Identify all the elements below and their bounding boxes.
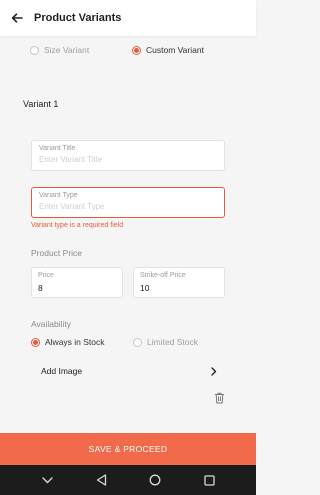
size-variant-option[interactable]: Size Variant bbox=[30, 45, 132, 55]
variant-type-label: Variant Type bbox=[39, 192, 78, 199]
variant-type-error: Variant type is a required field bbox=[31, 222, 124, 229]
nav-home-button[interactable] bbox=[148, 473, 162, 487]
always-in-stock-radio[interactable] bbox=[31, 337, 40, 347]
limited-stock-radio[interactable] bbox=[133, 337, 142, 347]
availability-selector: Always in Stock Limited Stock bbox=[31, 337, 246, 347]
back-button[interactable] bbox=[0, 0, 34, 36]
size-variant-radio[interactable] bbox=[30, 45, 39, 55]
price-field[interactable]: Price 8 bbox=[31, 267, 123, 298]
variant-title-placeholder: Enter Variant Title bbox=[39, 155, 102, 164]
app-bar: Product Variants bbox=[0, 0, 256, 36]
system-nav-bar bbox=[0, 465, 256, 495]
strike-off-price-label: Strike-off Price bbox=[140, 272, 186, 279]
nav-home-icon bbox=[149, 474, 161, 486]
product-price-heading: Product Price bbox=[31, 248, 83, 258]
save-and-proceed-button[interactable]: SAVE & PROCEED bbox=[0, 433, 256, 465]
back-arrow-icon bbox=[11, 13, 23, 23]
trash-icon bbox=[214, 392, 224, 404]
strike-off-price-value: 10 bbox=[140, 283, 150, 293]
chevron-right-icon bbox=[209, 366, 219, 376]
price-label: Price bbox=[38, 272, 54, 279]
always-in-stock-label: Always in Stock bbox=[45, 337, 105, 347]
custom-variant-label: Custom Variant bbox=[146, 45, 204, 55]
chevron-down-icon bbox=[41, 476, 53, 483]
custom-variant-radio[interactable] bbox=[132, 45, 141, 55]
price-value: 8 bbox=[38, 283, 43, 293]
variant-section-title: Variant 1 bbox=[23, 99, 59, 109]
nav-back-icon bbox=[96, 474, 106, 486]
variant-title-field[interactable]: Variant Title Enter Variant Title bbox=[31, 140, 225, 171]
variant-type-placeholder: Enter Variant Type bbox=[39, 202, 105, 211]
nav-recents-button[interactable] bbox=[202, 473, 216, 487]
variant-title-label: Variant Title bbox=[39, 145, 76, 152]
nav-recents-icon bbox=[203, 474, 215, 486]
strike-off-price-field[interactable]: Strike-off Price 10 bbox=[133, 267, 225, 298]
limited-stock-option[interactable]: Limited Stock bbox=[133, 337, 198, 347]
size-variant-label: Size Variant bbox=[44, 45, 90, 55]
variant-type-field[interactable]: Variant Type Enter Variant Type bbox=[31, 187, 225, 218]
add-image-label: Add Image bbox=[41, 366, 83, 376]
delete-variant-button[interactable] bbox=[212, 391, 226, 405]
always-in-stock-option[interactable]: Always in Stock bbox=[31, 337, 133, 347]
nav-down-button[interactable] bbox=[40, 473, 54, 487]
custom-variant-option[interactable]: Custom Variant bbox=[132, 45, 204, 55]
variant-kind-selector: Size Variant Custom Variant bbox=[30, 45, 246, 55]
nav-back-button[interactable] bbox=[94, 473, 108, 487]
availability-heading: Availability bbox=[31, 319, 72, 329]
limited-stock-label: Limited Stock bbox=[147, 337, 199, 347]
add-image-row[interactable]: Add Image bbox=[41, 364, 219, 378]
page-title: Product Variants bbox=[34, 12, 122, 24]
